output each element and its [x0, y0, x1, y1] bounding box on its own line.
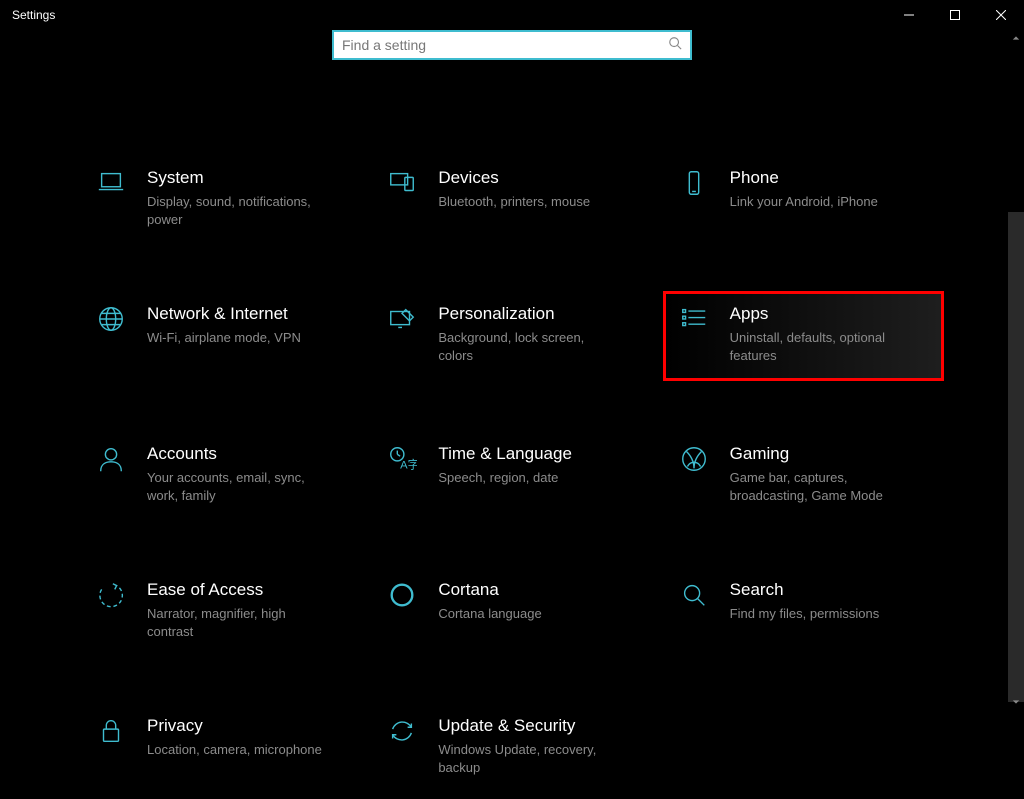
tile-desc: Link your Android, iPhone [730, 193, 878, 211]
apps-icon [676, 304, 712, 340]
tile-desc: Game bar, captures, broadcasting, Game M… [730, 469, 910, 504]
tile-title: Time & Language [438, 444, 572, 464]
content-area: System Display, sound, notifications, po… [0, 30, 1024, 710]
globe-icon [93, 304, 129, 340]
tile-title: Phone [730, 168, 878, 188]
phone-icon [676, 168, 712, 204]
tile-title: Network & Internet [147, 304, 301, 324]
tile-title: Cortana [438, 580, 541, 600]
personalization-icon [384, 304, 420, 340]
tile-update[interactable]: Update & Security Windows Update, recove… [371, 703, 652, 789]
settings-grid: System Display, sound, notifications, po… [0, 60, 1024, 799]
tile-desc: Background, lock screen, colors [438, 329, 618, 364]
tile-desc: Find my files, permissions [730, 605, 880, 623]
tile-desc: Cortana language [438, 605, 541, 623]
devices-icon [384, 168, 420, 204]
tile-title: Privacy [147, 716, 322, 736]
tile-apps[interactable]: Apps Uninstall, defaults, optional featu… [663, 291, 944, 381]
tile-desc: Wi-Fi, airplane mode, VPN [147, 329, 301, 347]
search-icon [676, 580, 712, 616]
tile-devices[interactable]: Devices Bluetooth, printers, mouse [371, 155, 652, 241]
close-button[interactable] [978, 0, 1024, 30]
tile-cortana[interactable]: Cortana Cortana language [371, 567, 652, 653]
tile-desc: Uninstall, defaults, optional features [730, 329, 910, 364]
search-icon [668, 36, 682, 55]
tile-desc: Narrator, magnifier, high contrast [147, 605, 327, 640]
tile-privacy[interactable]: Privacy Location, camera, microphone [80, 703, 361, 789]
update-icon [384, 716, 420, 752]
maximize-button[interactable] [932, 0, 978, 30]
scroll-down-arrow[interactable] [1008, 694, 1024, 710]
tile-title: Devices [438, 168, 590, 188]
search-box[interactable] [332, 30, 692, 60]
window-title: Settings [12, 8, 55, 22]
cortana-icon [384, 580, 420, 616]
tile-title: Ease of Access [147, 580, 327, 600]
tile-title: Accounts [147, 444, 327, 464]
laptop-icon [93, 168, 129, 204]
scrollbar-track[interactable] [1008, 212, 1024, 702]
tile-desc: Location, camera, microphone [147, 741, 322, 759]
tile-desc: Windows Update, recovery, backup [438, 741, 618, 776]
tile-desc: Speech, region, date [438, 469, 572, 487]
time-language-icon: A字 [384, 444, 420, 480]
tile-title: Gaming [730, 444, 910, 464]
titlebar: Settings [0, 0, 1024, 30]
search-input[interactable] [342, 37, 668, 53]
tile-gaming[interactable]: Gaming Game bar, captures, broadcasting,… [663, 431, 944, 517]
tile-network[interactable]: Network & Internet Wi-Fi, airplane mode,… [80, 291, 361, 381]
tile-title: Update & Security [438, 716, 618, 736]
tile-accounts[interactable]: Accounts Your accounts, email, sync, wor… [80, 431, 361, 517]
window-controls [886, 0, 1024, 30]
tile-title: System [147, 168, 327, 188]
tile-title: Personalization [438, 304, 618, 324]
tile-search[interactable]: Search Find my files, permissions [663, 567, 944, 653]
tile-desc: Your accounts, email, sync, work, family [147, 469, 327, 504]
tile-title: Apps [730, 304, 910, 324]
tile-personalization[interactable]: Personalization Background, lock screen,… [371, 291, 652, 381]
tile-desc: Bluetooth, printers, mouse [438, 193, 590, 211]
svg-text:A字: A字 [400, 458, 417, 472]
tile-ease-of-access[interactable]: Ease of Access Narrator, magnifier, high… [80, 567, 361, 653]
xbox-icon [676, 444, 712, 480]
tile-system[interactable]: System Display, sound, notifications, po… [80, 155, 361, 241]
tile-time[interactable]: A字 Time & Language Speech, region, date [371, 431, 652, 517]
scroll-up-arrow[interactable] [1008, 30, 1024, 46]
scrollbar[interactable] [1008, 30, 1024, 710]
lock-icon [93, 716, 129, 752]
person-icon [93, 444, 129, 480]
tile-title: Search [730, 580, 880, 600]
tile-desc: Display, sound, notifications, power [147, 193, 327, 228]
tile-phone[interactable]: Phone Link your Android, iPhone [663, 155, 944, 241]
minimize-button[interactable] [886, 0, 932, 30]
ease-of-access-icon [93, 580, 129, 616]
